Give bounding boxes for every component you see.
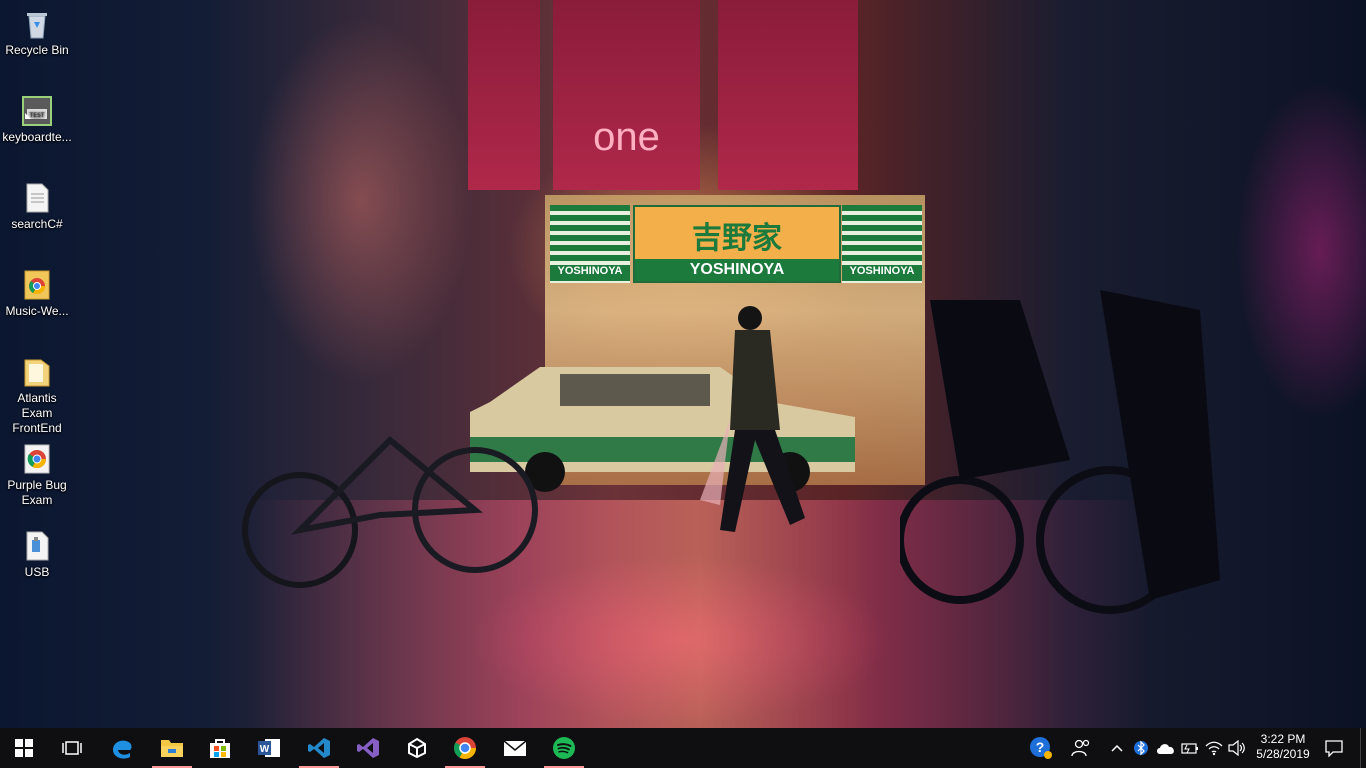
taskbar-edge[interactable]: [98, 728, 146, 768]
chevron-up-icon: [1111, 744, 1123, 752]
word-icon: W: [258, 739, 280, 757]
edge-icon: [113, 740, 132, 759]
text-shortcut-icon: TEST: [21, 95, 53, 127]
wallpaper-sign-right: YOSHINOYA: [842, 205, 922, 283]
wifi-icon: [1205, 741, 1223, 756]
windows-start-icon: [15, 739, 33, 757]
wallpaper-banner-right: [718, 0, 858, 190]
svg-text:TEST: TEST: [29, 112, 45, 119]
tray-onedrive[interactable]: [1154, 728, 1178, 768]
tray-action-center[interactable]: [1320, 728, 1348, 768]
chrome-shortcut-icon: [21, 269, 53, 301]
taskbar-vscode[interactable]: [295, 728, 343, 768]
tray-bluetooth[interactable]: [1130, 728, 1152, 768]
visual-studio-icon: [357, 738, 379, 758]
taskbar-spotify[interactable]: [540, 728, 588, 768]
desktop-icon-searchcsharp[interactable]: searchC#: [0, 174, 74, 232]
show-desktop-button[interactable]: [1360, 728, 1366, 768]
desktop-icon-label: USB: [24, 565, 50, 579]
help-question-icon: ?: [1030, 737, 1052, 759]
store-icon: [210, 739, 230, 758]
taskbar: W ? 3:22 PM 5/28/2019: [0, 728, 1366, 768]
desktop-icon-label: Music-We...: [5, 304, 69, 318]
clock-time: 3:22 PM: [1260, 732, 1306, 746]
mail-icon: [503, 740, 527, 756]
tray-battery[interactable]: [1178, 728, 1202, 768]
recycle-bin-icon: [21, 8, 53, 40]
wallpaper-sign-main: 吉野家 YOSHINOYA: [633, 205, 841, 283]
wallpaper-banner-center: one: [553, 0, 700, 190]
battery-icon: [1181, 743, 1198, 754]
unity-icon: [408, 737, 426, 759]
wallpaper-sign-left: YOSHINOYA: [550, 205, 630, 283]
desktop-icon-label: Atlantis Exam FrontEnd: [12, 391, 62, 435]
svg-text:W: W: [260, 744, 270, 755]
taskbar-word[interactable]: W: [245, 728, 293, 768]
wallpaper-banner-text: one: [593, 115, 660, 159]
desktop-icon-recycle-bin[interactable]: Recycle Bin: [0, 0, 74, 58]
desktop-icon-label: searchC#: [11, 217, 63, 231]
task-view-button[interactable]: [48, 728, 96, 768]
wallpaper-pedestrian: [700, 306, 805, 532]
wallpaper-bicycles-right: [900, 290, 1220, 614]
tray-help[interactable]: ?: [1026, 728, 1056, 768]
desktop-icon-label: Purple Bug Exam: [7, 478, 67, 507]
desktop-icon-music-we[interactable]: Music-We...: [0, 261, 74, 319]
wallpaper-banner-left: [468, 0, 540, 190]
folder-icon: [161, 740, 183, 757]
chrome-icon: [454, 737, 476, 759]
desktop-icon-usb[interactable]: USB: [0, 522, 74, 580]
speaker-icon: [1228, 740, 1245, 756]
taskbar-mail[interactable]: [491, 728, 539, 768]
tray-network[interactable]: [1202, 728, 1226, 768]
folder-icon: [21, 356, 53, 388]
spotify-icon: [553, 737, 575, 759]
taskbar-unity[interactable]: [393, 728, 441, 768]
usb-file-icon: [21, 530, 53, 562]
chrome-shortcut-icon: [21, 443, 53, 475]
taskbar-visual-studio[interactable]: [344, 728, 392, 768]
task-view-icon: [62, 741, 82, 755]
desktop-icon-atlantis-exam[interactable]: Atlantis Exam FrontEnd: [0, 348, 74, 436]
people-icon: [1071, 739, 1090, 757]
bluetooth-icon: [1134, 740, 1148, 756]
tray-volume[interactable]: [1226, 728, 1248, 768]
tray-clock[interactable]: 3:22 PM 5/28/2019: [1248, 728, 1318, 768]
tray-people[interactable]: [1066, 728, 1096, 768]
taskbar-chrome[interactable]: [441, 728, 489, 768]
notification-icon: [1325, 740, 1343, 757]
desktop-icon-keyboardtest[interactable]: TEST keyboardte...: [0, 87, 74, 145]
tray-show-hidden-icons[interactable]: [1106, 728, 1128, 768]
start-button[interactable]: [0, 728, 48, 768]
clock-date: 5/28/2019: [1256, 747, 1310, 761]
desktop-icon-label: keyboardte...: [2, 130, 72, 144]
cloud-icon: [1157, 744, 1174, 754]
document-icon: [21, 182, 53, 214]
desktop-icon-label: Recycle Bin: [5, 43, 69, 57]
desktop-icon-purple-bug-exam[interactable]: Purple Bug Exam: [0, 435, 74, 508]
taskbar-store[interactable]: [196, 728, 244, 768]
svg-text:?: ?: [1036, 739, 1045, 755]
vscode-icon: [308, 738, 330, 758]
desktop-wallpaper: one YOSHINOYA 吉野家 YOSHINOYA YOSHINOYA: [0, 0, 1366, 728]
wallpaper-bicycles-left: [242, 435, 538, 588]
taskbar-file-explorer[interactable]: [148, 728, 196, 768]
